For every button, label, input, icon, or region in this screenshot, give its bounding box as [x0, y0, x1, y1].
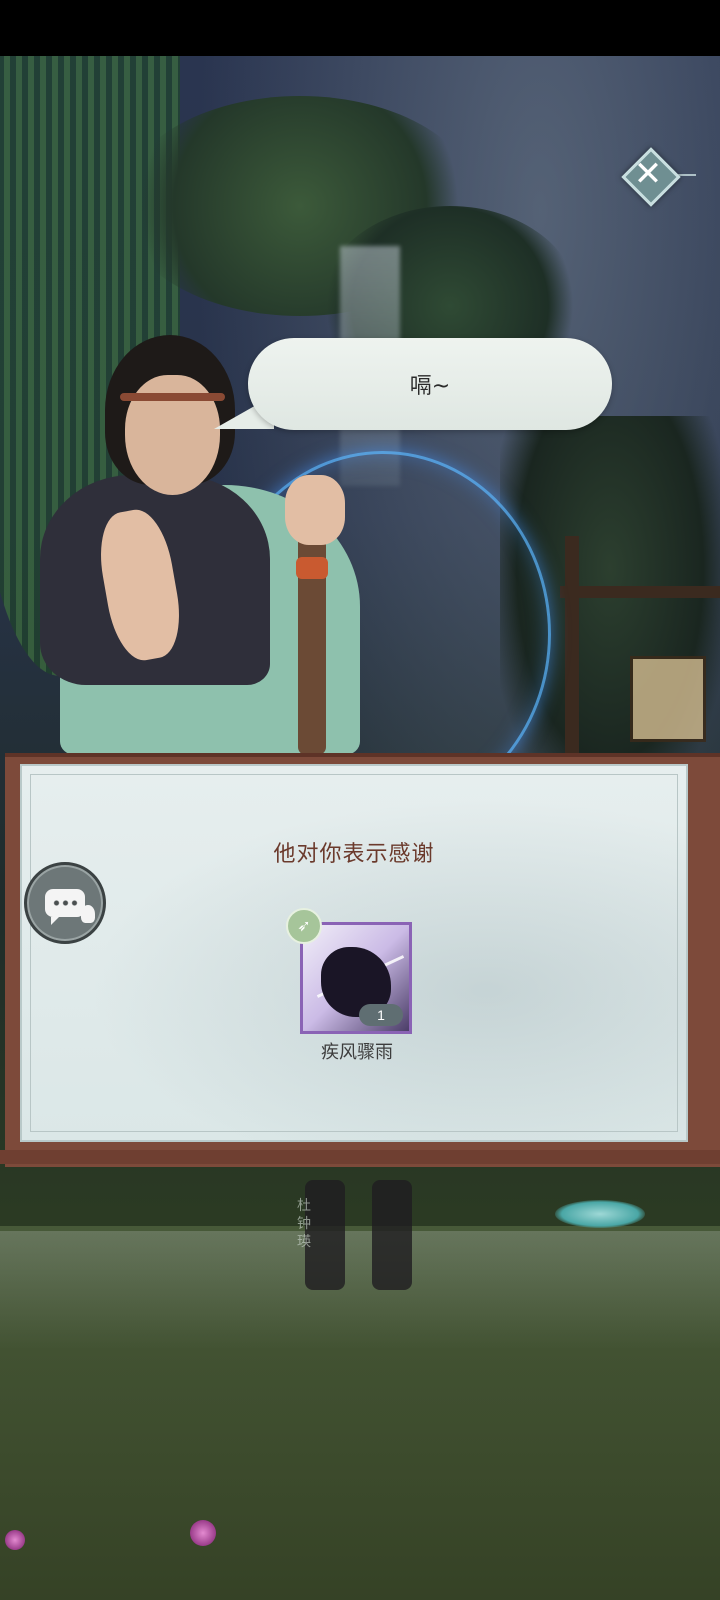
- reward-panel-bottom-rail: [0, 1150, 720, 1164]
- chat-person-icon: [81, 905, 95, 923]
- reward-item[interactable]: 1 ➶ 疾风骤雨: [286, 908, 414, 1063]
- flower: [190, 1520, 216, 1546]
- reward-item-name: 疾风骤雨: [321, 1042, 393, 1063]
- reward-panel-title: 他对你表示感谢: [273, 842, 435, 867]
- reward-item-card: 1: [300, 922, 412, 1034]
- status-bar: [0, 0, 720, 56]
- lantern: [630, 656, 706, 742]
- arrow-icon: ➶: [286, 908, 322, 944]
- speech-bubble: 嗝~: [248, 338, 612, 430]
- close-button[interactable]: ✕: [621, 147, 696, 207]
- npc-hand: [285, 475, 345, 545]
- npc-leg: [372, 1180, 412, 1290]
- npc-staff-cord: [296, 557, 328, 579]
- speech-bubble-text: 嗝~: [409, 374, 451, 399]
- lily-pad: [555, 1200, 645, 1228]
- close-icon: ✕: [633, 154, 663, 194]
- water-reflection: [0, 1231, 720, 1351]
- npc-name-tag: 杜钟瑛: [297, 1197, 311, 1249]
- chat-icon: [45, 889, 85, 925]
- reward-panel: 他对你表示感谢 1 ➶ 疾风骤雨: [20, 764, 688, 1142]
- wooden-beam: [560, 586, 720, 598]
- npc-headband: [120, 393, 225, 401]
- reward-item-count: 1: [359, 1004, 403, 1026]
- chat-button[interactable]: [24, 862, 106, 944]
- chat-dots: [52, 900, 78, 906]
- flower: [5, 1530, 25, 1550]
